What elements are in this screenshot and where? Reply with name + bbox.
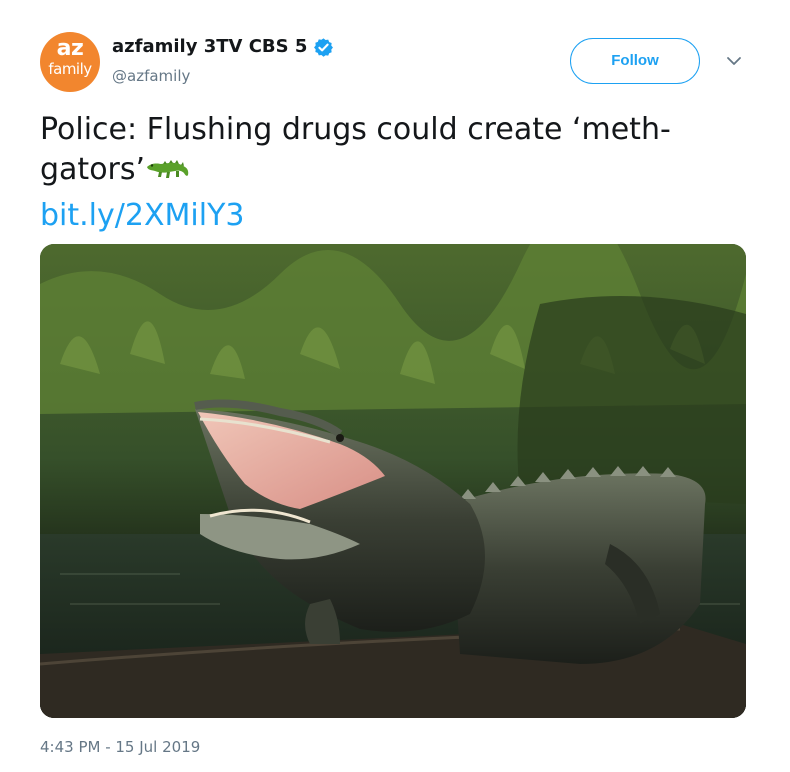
tweet-link[interactable]: bit.ly/2XMilY3 xyxy=(40,196,244,236)
alligator-photo xyxy=(40,244,746,718)
tweet-text-line-1: Police: Flushing drugs could create ‘met… xyxy=(40,112,671,147)
chevron-down-icon[interactable] xyxy=(724,54,744,68)
verified-badge-icon xyxy=(314,37,334,57)
avatar-text-az: az xyxy=(56,36,84,61)
tweet-text-line-2-words: gators’ xyxy=(40,152,146,187)
avatar[interactable]: az family xyxy=(40,32,100,92)
tweet-media-image[interactable] xyxy=(40,244,746,718)
tweet-text: Police: Flushing drugs could create ‘met… xyxy=(40,110,740,190)
tweet-timestamp[interactable]: 4:43 PM - 15 Jul 2019 xyxy=(40,737,200,757)
tweet-text-line-2: gators’ xyxy=(40,150,740,190)
account-handle[interactable]: @azfamily xyxy=(112,66,190,86)
avatar-text-family: family xyxy=(48,60,92,78)
display-name[interactable]: azfamily 3TV CBS 5 xyxy=(112,36,307,58)
crocodile-emoji-icon xyxy=(147,160,189,178)
account-name-row: azfamily 3TV CBS 5 xyxy=(112,36,334,58)
follow-button[interactable]: Follow xyxy=(570,38,700,84)
